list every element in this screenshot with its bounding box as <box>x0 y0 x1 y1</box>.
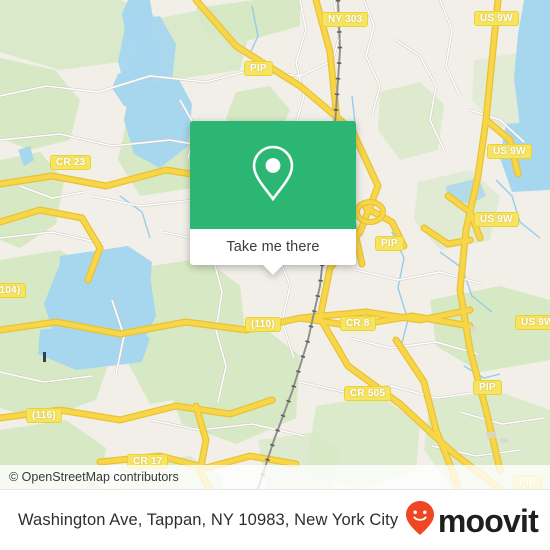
road-shield: PIP <box>473 380 502 395</box>
road-shield: US 9W <box>515 315 550 330</box>
road-shield: CR 8 <box>340 316 376 331</box>
road-shield: (116) <box>26 408 62 423</box>
road-shield: (104) <box>0 283 27 298</box>
road-shield: CR 23 <box>50 155 92 170</box>
road-shield: PIP <box>244 61 273 76</box>
take-me-there-button[interactable]: Take me there <box>226 239 319 255</box>
road-shield: (110) <box>245 317 281 332</box>
road-shield: PIP <box>375 236 404 251</box>
road-shield: US 9W <box>474 212 519 227</box>
moovit-wordmark: moovit <box>437 502 539 539</box>
footer-bar: Washington Ave, Tappan, NY 10983, New Yo… <box>0 489 550 550</box>
map-viewport[interactable]: NY 303 US 9W PIP US 9W CR 23 US 9W PIP (110) CR … <box>0 0 550 489</box>
road-shield: US 9W <box>474 11 519 26</box>
location-popup-card[interactable]: Take me there <box>190 121 356 275</box>
moovit-pin-icon <box>405 500 435 541</box>
road-shield: US 9W <box>487 144 532 159</box>
road-shield: CR 505 <box>344 386 392 401</box>
popup-tail <box>262 264 284 275</box>
road-shield: NY 303 <box>322 12 369 27</box>
location-address: Washington Ave, Tappan, NY 10983, New Yo… <box>18 511 399 529</box>
screenshot-root: NY 303 US 9W PIP US 9W CR 23 US 9W PIP (110) CR … <box>0 0 550 550</box>
popup-footer[interactable]: Take me there <box>190 229 356 275</box>
moovit-logo[interactable]: moovit <box>405 490 539 550</box>
map-attribution[interactable]: © OpenStreetMap contributors <box>0 465 550 489</box>
popup-header <box>190 121 356 229</box>
map-pin-icon <box>250 144 296 207</box>
